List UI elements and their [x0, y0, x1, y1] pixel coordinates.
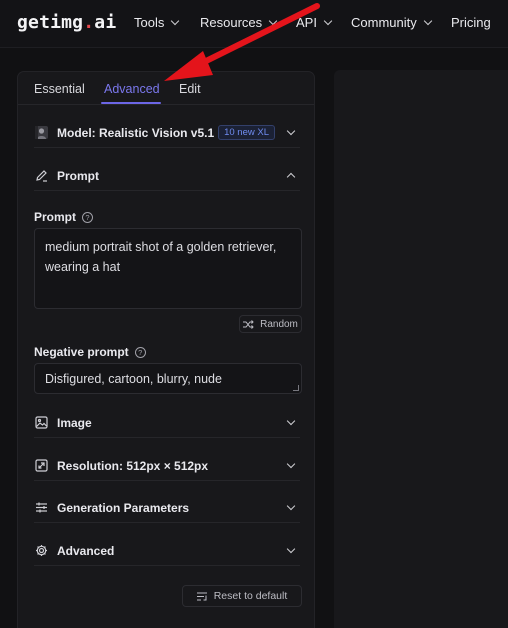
section-image-label: Image — [57, 415, 92, 430]
nav-pricing[interactable]: Pricing — [451, 15, 491, 30]
prompt-label: Prompt ? — [34, 210, 93, 224]
chevron-down-icon — [323, 16, 333, 26]
tab-bar: Essential Advanced Edit — [18, 72, 314, 105]
resize-icon — [34, 459, 48, 473]
reset-to-default-button[interactable]: Reset to default — [182, 585, 302, 607]
tab-essential[interactable]: Essential — [34, 82, 85, 96]
section-advanced[interactable]: Advanced — [34, 536, 300, 566]
logo-tld: ai — [94, 12, 117, 33]
shuffle-icon — [243, 319, 254, 329]
reset-label: Reset to default — [213, 590, 288, 602]
brand-logo[interactable]: getimg.ai — [17, 12, 116, 33]
prompt-label-text: Prompt — [34, 210, 76, 224]
model-avatar-icon — [34, 126, 48, 140]
resize-handle-icon[interactable] — [293, 385, 299, 391]
pencil-icon — [34, 169, 48, 183]
help-icon[interactable]: ? — [82, 211, 93, 223]
chevron-down-icon — [268, 16, 278, 26]
reset-icon — [196, 592, 208, 601]
nav-community[interactable]: Community — [351, 15, 432, 30]
section-generation-parameters-label: Generation Parameters — [57, 500, 190, 515]
nav-tools-label: Tools — [134, 15, 165, 30]
nav-api-label: API — [296, 15, 317, 30]
active-tab-indicator — [101, 102, 161, 104]
nav-tools[interactable]: Tools — [134, 15, 180, 30]
model-selector[interactable]: Model: Realistic Vision v5.1 10 new XL — [34, 118, 300, 148]
new-models-badge: 10 new XL — [218, 125, 275, 140]
nav-community-label: Community — [351, 15, 417, 30]
section-generation-parameters[interactable]: Generation Parameters — [34, 493, 300, 523]
section-resolution-label: Resolution: 512px × 512px — [57, 458, 209, 473]
chevron-down-icon — [286, 459, 296, 469]
model-label: Model: Realistic Vision v5.1 — [57, 125, 215, 140]
prompt-value: medium portrait shot of a golden retriev… — [45, 240, 277, 274]
negative-prompt-label-text: Negative prompt — [34, 345, 129, 359]
prompt-input[interactable]: medium portrait shot of a golden retriev… — [34, 228, 302, 309]
top-navigation: getimg.ai Tools Resources API Community … — [0, 0, 508, 48]
section-image[interactable]: Image — [34, 408, 300, 438]
section-advanced-label: Advanced — [57, 543, 115, 558]
logo-dot: . — [83, 12, 95, 33]
random-label: Random — [260, 318, 298, 330]
nav-resources-label: Resources — [200, 15, 263, 30]
negative-prompt-value: Disfigured, cartoon, blurry, nude — [45, 372, 222, 386]
chevron-up-icon — [286, 172, 296, 182]
section-resolution[interactable]: Resolution: 512px × 512px — [34, 451, 300, 481]
tab-edit[interactable]: Edit — [179, 82, 201, 96]
chevron-down-icon — [423, 16, 432, 26]
chevron-down-icon — [286, 126, 296, 136]
image-icon — [34, 416, 48, 430]
chevron-down-icon — [286, 501, 296, 511]
chevron-down-icon — [286, 416, 296, 426]
section-prompt-label: Prompt — [57, 168, 99, 183]
sliders-icon — [34, 501, 48, 515]
help-icon[interactable]: ? — [134, 346, 146, 358]
nav-pricing-label: Pricing — [451, 15, 491, 30]
nav-api[interactable]: API — [296, 15, 333, 30]
section-prompt[interactable]: Prompt — [34, 161, 300, 191]
negative-prompt-label: Negative prompt ? — [34, 345, 146, 359]
logo-text: getimg — [17, 12, 84, 33]
random-prompt-button[interactable]: Random — [239, 315, 302, 333]
tab-advanced[interactable]: Advanced — [104, 82, 160, 96]
negative-prompt-input[interactable]: Disfigured, cartoon, blurry, nude — [34, 363, 302, 394]
chevron-down-icon — [171, 16, 180, 26]
settings-panel: Essential Advanced Edit Model: Realistic… — [17, 71, 315, 628]
gear-icon — [34, 544, 48, 558]
output-canvas — [334, 70, 508, 628]
chevron-down-icon — [286, 544, 296, 554]
nav-resources[interactable]: Resources — [200, 15, 278, 30]
